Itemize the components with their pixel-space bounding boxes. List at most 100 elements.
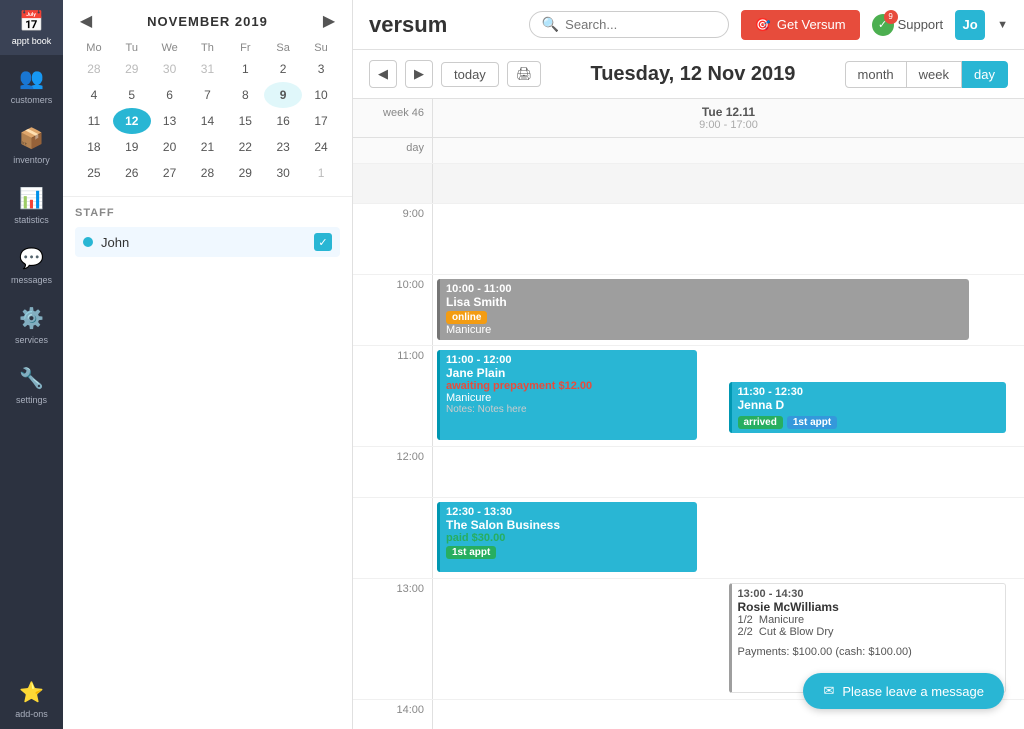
appt-name: Jenna D — [738, 398, 1001, 412]
cal-day[interactable]: 23 — [264, 134, 302, 160]
cal-day[interactable]: 15 — [226, 108, 264, 134]
appt-service: Manicure — [446, 324, 963, 336]
cal-day[interactable]: 20 — [151, 134, 189, 160]
calendar-title: Tuesday, 12 Nov 2019 — [549, 63, 836, 86]
cal-day[interactable]: 5 — [113, 82, 151, 108]
appt-time: 11:30 - 12:30 — [738, 386, 1001, 398]
calendar-header: ◀ ▶ today 🖨 Tuesday, 12 Nov 2019 month w… — [353, 50, 1024, 99]
cal-day[interactable]: 1 — [226, 56, 264, 82]
cal-day[interactable]: 28 — [189, 160, 227, 186]
view-day-button[interactable]: day — [962, 61, 1008, 88]
appt-name: The Salon Business — [446, 518, 691, 532]
cal-day[interactable]: 27 — [151, 160, 189, 186]
staff-name: John — [101, 235, 306, 250]
get-versum-button[interactable]: 🎯 Get Versum — [741, 10, 860, 40]
time-label-13: 13:00 — [353, 579, 433, 699]
cal-day[interactable]: 9 — [264, 82, 302, 108]
cal-day[interactable]: 29 — [113, 56, 151, 82]
day-header-we: We — [151, 40, 189, 56]
time-label-9: 9:00 — [353, 204, 433, 274]
message-icon: ✉ — [823, 683, 834, 699]
appt-service-2: 2/2 Cut & Blow Dry — [738, 626, 1000, 638]
appt-service-1: 1/2 Manicure — [738, 614, 1000, 626]
appt-notes: Notes: Notes here — [446, 404, 691, 415]
cal-day[interactable]: 1 — [302, 160, 340, 186]
cal-day[interactable]: 17 — [302, 108, 340, 134]
cal-day[interactable]: 4 — [75, 82, 113, 108]
dropdown-arrow-icon: ▼ — [997, 19, 1008, 31]
cal-day[interactable]: 6 — [151, 82, 189, 108]
cal-day[interactable]: 8 — [226, 82, 264, 108]
view-week-button[interactable]: week — [907, 61, 962, 88]
sidebar-item-customers[interactable]: 👥 customers — [0, 55, 63, 115]
sidebar-logo[interactable]: 📅 appt book — [0, 0, 63, 55]
user-avatar[interactable]: Jo — [955, 10, 985, 40]
cal-day[interactable]: 16 — [264, 108, 302, 134]
appt-salon-business[interactable]: 12:30 - 13:30 The Salon Business paid $3… — [437, 502, 697, 572]
mini-cal-header: ◀ NOVEMBER 2019 ▶ — [75, 10, 340, 32]
time-label-10: 10:00 — [353, 275, 433, 345]
view-month-button[interactable]: month — [845, 61, 907, 88]
sidebar-item-addons[interactable]: ⭐ add-ons — [0, 669, 63, 729]
time-content-1230: 12:30 - 13:30 The Salon Business paid $3… — [433, 498, 1024, 578]
cal-day[interactable]: 14 — [189, 108, 227, 134]
search-box[interactable]: 🔍 — [529, 11, 729, 38]
sidebar-item-statistics[interactable]: 📊 statistics — [0, 175, 63, 235]
sidebar-item-messages[interactable]: 💬 messages — [0, 235, 63, 295]
cal-day[interactable]: 29 — [226, 160, 264, 186]
cal-day[interactable]: 30 — [151, 56, 189, 82]
cal-day[interactable]: 13 — [151, 108, 189, 134]
appt-lisa-smith[interactable]: 10:00 - 11:00 Lisa Smith online Manicure — [437, 279, 969, 340]
sidebar-item-inventory[interactable]: 📦 inventory — [0, 115, 63, 175]
statistics-icon: 📊 — [19, 186, 44, 211]
print-button[interactable]: 🖨 — [507, 61, 542, 87]
cal-prev-button[interactable]: ◀ — [369, 60, 397, 88]
cal-day[interactable]: 26 — [113, 160, 151, 186]
cal-day[interactable]: 28 — [75, 56, 113, 82]
cal-day[interactable]: 7 — [189, 82, 227, 108]
cal-day[interactable]: 2 — [264, 56, 302, 82]
cal-day[interactable]: 10 — [302, 82, 340, 108]
cal-day[interactable]: 12 — [113, 108, 151, 134]
sidebar-item-label: customers — [11, 95, 53, 105]
cal-day[interactable]: 18 — [75, 134, 113, 160]
cal-day[interactable]: 31 — [189, 56, 227, 82]
search-icon: 🔍 — [542, 16, 559, 33]
day-header-fr: Fr — [226, 40, 264, 56]
cal-day[interactable]: 24 — [302, 134, 340, 160]
cal-day[interactable]: 19 — [113, 134, 151, 160]
cal-day[interactable]: 30 — [264, 160, 302, 186]
appt-jane-plain[interactable]: 11:00 - 12:00 Jane Plain awaiting prepay… — [437, 350, 697, 440]
search-input[interactable] — [565, 17, 715, 32]
mini-cal-next-button[interactable]: ▶ — [318, 10, 340, 32]
appt-time: 13:00 - 14:30 — [738, 588, 1000, 600]
sidebar-item-settings[interactable]: 🔧 settings — [0, 355, 63, 415]
staff-item-john[interactable]: John ✓ — [75, 227, 340, 257]
sidebar-item-label: add-ons — [15, 709, 48, 719]
sidebar-item-services[interactable]: ⚙️ services — [0, 295, 63, 355]
support-button[interactable]: ✓ 9 Support — [872, 14, 944, 36]
appt-time: 10:00 - 11:00 — [446, 283, 963, 295]
mini-cal-prev-button[interactable]: ◀ — [75, 10, 97, 32]
main-area: versum 🔍 🎯 Get Versum ✓ 9 Support Jo ▼ ◀… — [353, 0, 1024, 729]
cal-day[interactable]: 22 — [226, 134, 264, 160]
staff-check: ✓ — [314, 233, 332, 251]
staff-section: STAFF John ✓ — [63, 196, 352, 267]
cal-day[interactable]: 3 — [302, 56, 340, 82]
appt-jenna-d[interactable]: 11:30 - 12:30 Jenna D arrived 1st appt — [729, 382, 1007, 433]
float-message-button[interactable]: ✉ Please leave a message — [803, 673, 1004, 709]
sidebar-logo-label: appt book — [12, 36, 52, 46]
cal-day[interactable]: 21 — [189, 134, 227, 160]
cal-day[interactable]: 25 — [75, 160, 113, 186]
today-button[interactable]: today — [441, 62, 499, 87]
mini-calendar: ◀ NOVEMBER 2019 ▶ Mo Tu We Th Fr Sa Su 2… — [63, 0, 352, 196]
cal-next-button[interactable]: ▶ — [405, 60, 433, 88]
time-content-10: 10:00 - 11:00 Lisa Smith online Manicure — [433, 275, 1024, 345]
cal-day[interactable]: 11 — [75, 108, 113, 134]
day-col-name: Tue 12.11 — [441, 105, 1016, 119]
sidebar-item-label: messages — [11, 275, 52, 285]
appt-service: Manicure — [446, 392, 691, 404]
day-header-su: Su — [302, 40, 340, 56]
user-initials: Jo — [963, 17, 978, 32]
top-bar: versum 🔍 🎯 Get Versum ✓ 9 Support Jo ▼ — [353, 0, 1024, 50]
